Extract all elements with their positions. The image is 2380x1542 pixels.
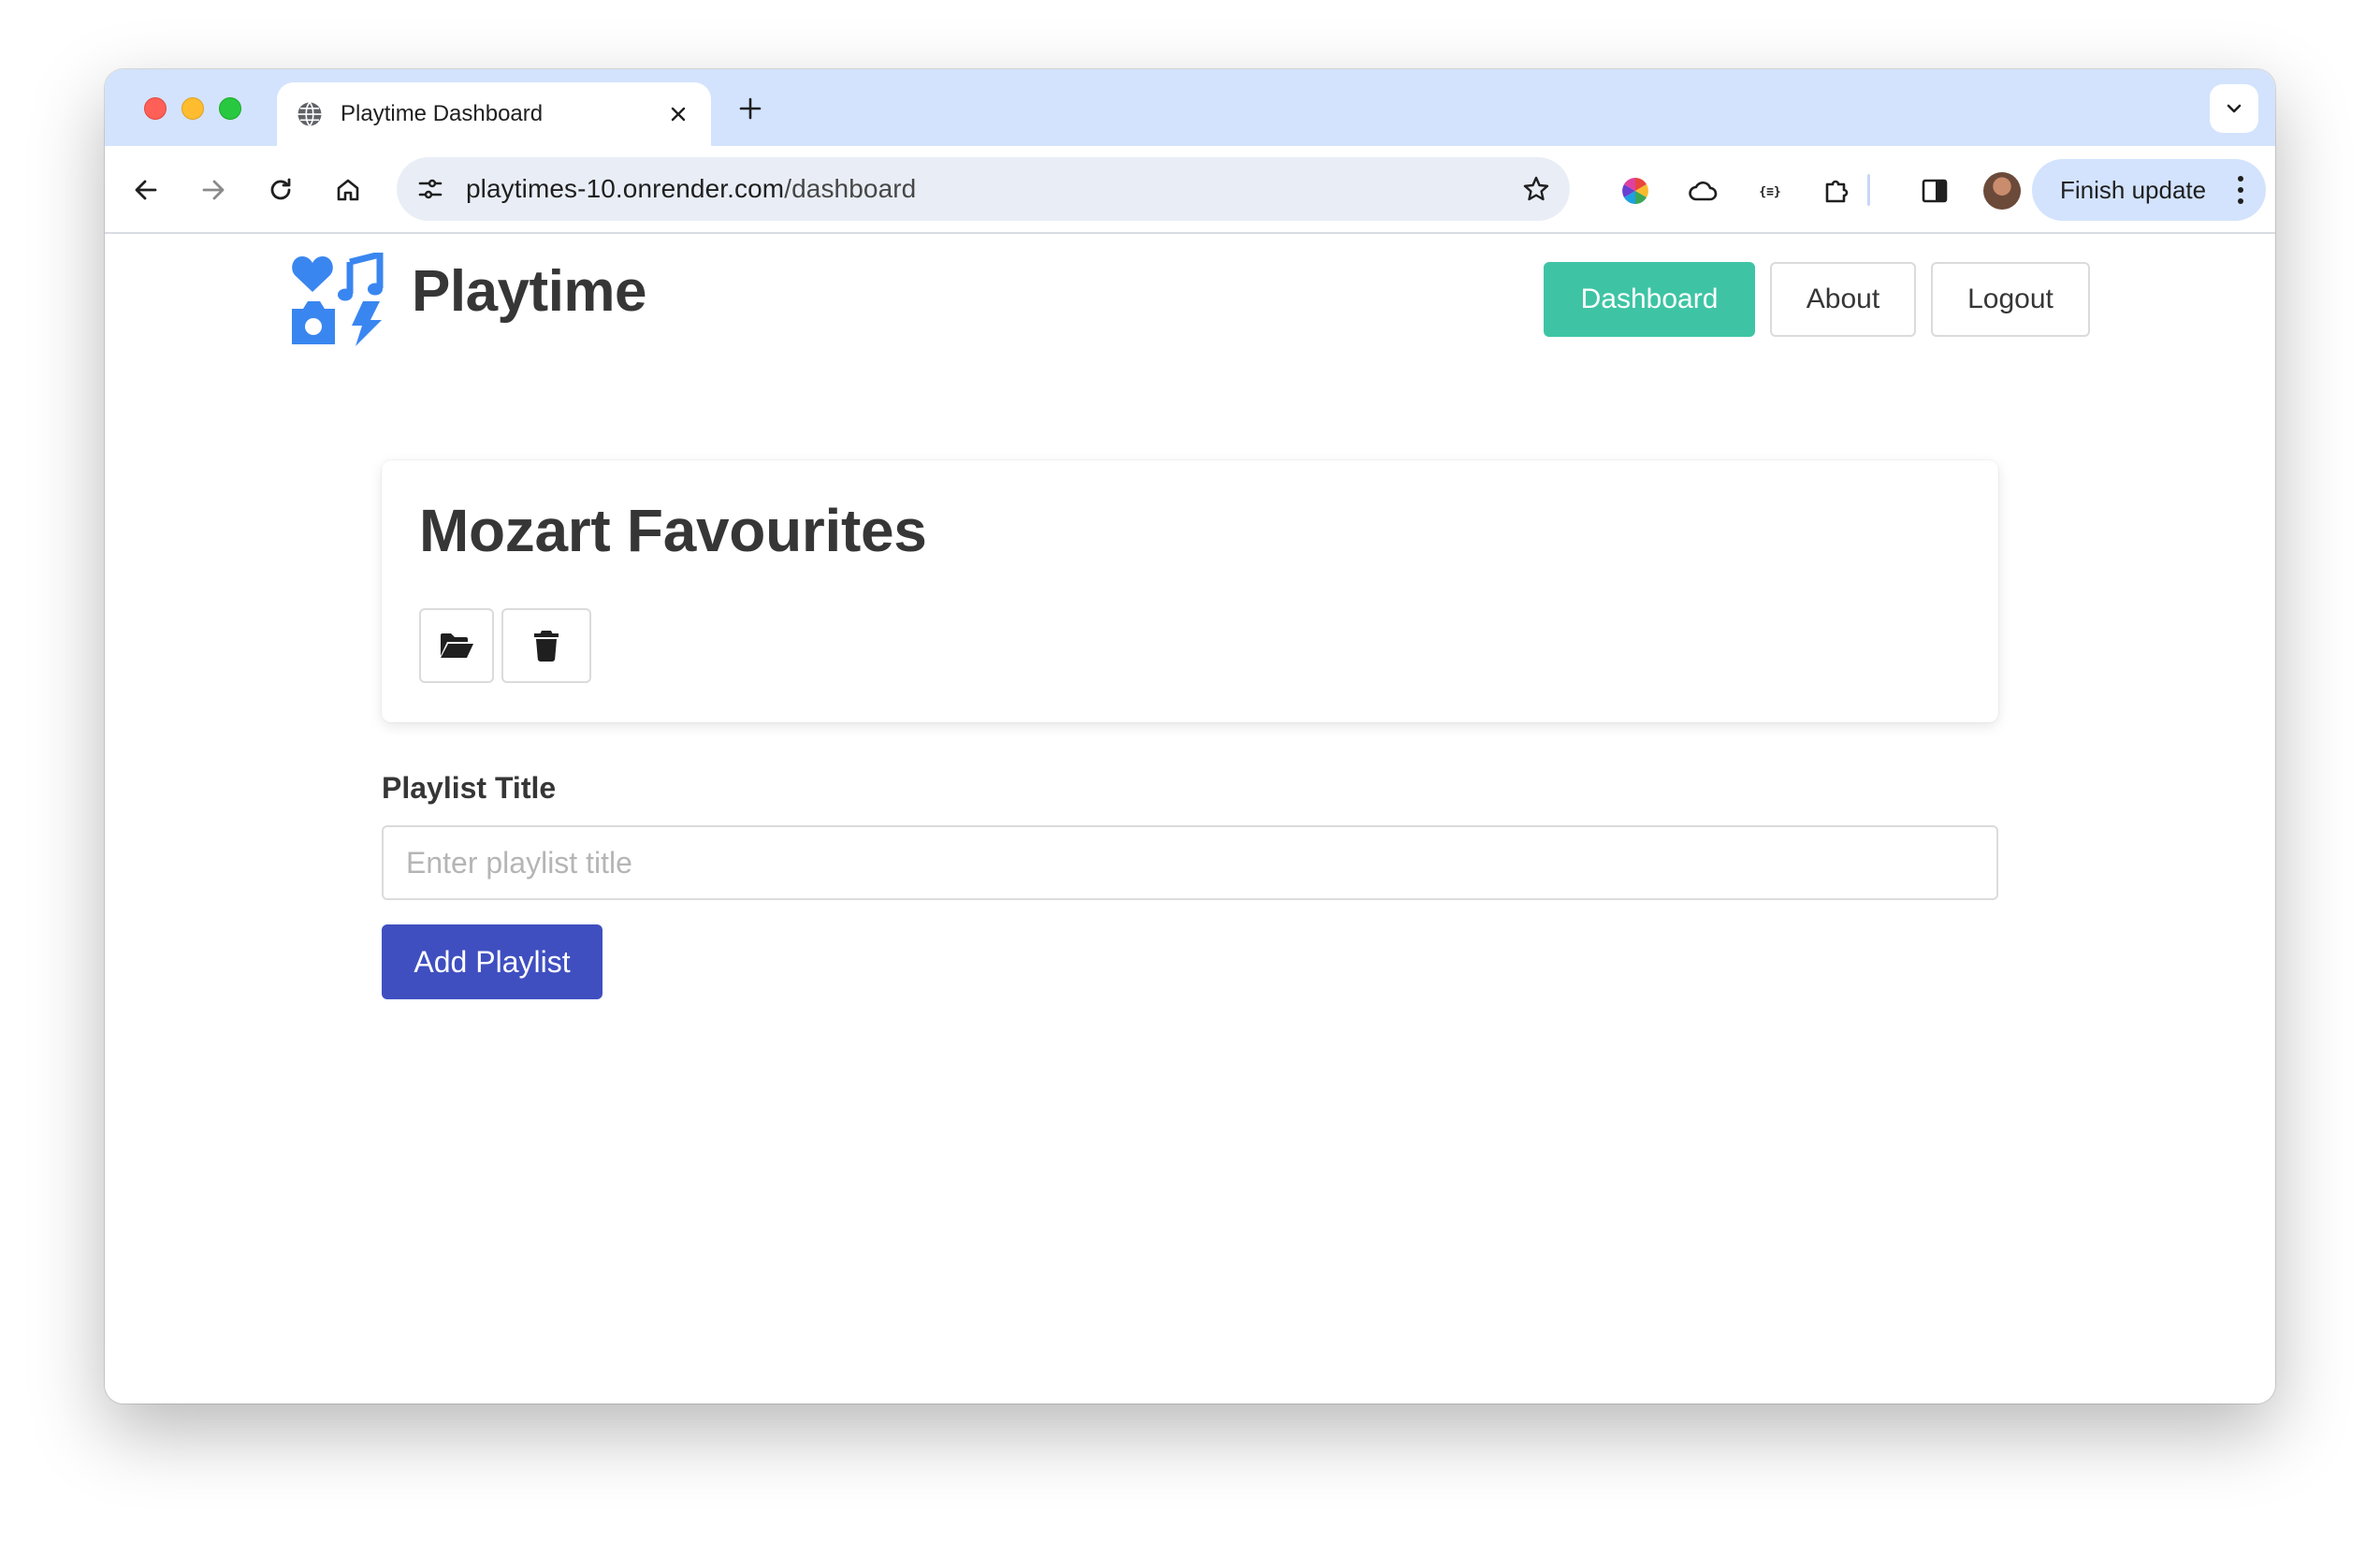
json-braces-icon: {≡} bbox=[1759, 185, 1780, 199]
cloud-icon bbox=[1689, 181, 1718, 201]
tab-search-button[interactable] bbox=[2210, 84, 2258, 133]
url-text[interactable]: playtimes-10.onrender.com/dashboard bbox=[466, 174, 916, 204]
playlist-title-label: Playlist Title bbox=[382, 771, 557, 805]
tab-strip: Playtime Dashboard bbox=[105, 69, 2275, 146]
browser-window: Playtime Dashboard playtimes-10.onrender… bbox=[105, 69, 2275, 1404]
folder-open-icon bbox=[441, 633, 473, 658]
reload-button[interactable] bbox=[260, 169, 301, 211]
more-vert-icon bbox=[2236, 176, 2245, 204]
color-wheel-icon bbox=[1622, 178, 1648, 204]
star-icon bbox=[1523, 176, 1549, 201]
close-tab-button[interactable] bbox=[664, 100, 692, 128]
extensions-button[interactable] bbox=[1819, 172, 1856, 210]
address-bar[interactable]: playtimes-10.onrender.com/dashboard bbox=[397, 157, 1570, 221]
color-extension-button[interactable] bbox=[1617, 172, 1654, 210]
svg-text:{≡}: {≡} bbox=[1759, 185, 1780, 199]
side-panel-button[interactable] bbox=[1916, 172, 1953, 210]
back-button[interactable] bbox=[125, 169, 167, 211]
chevron-down-icon bbox=[2227, 104, 2242, 113]
brand-title: Playtime bbox=[412, 258, 647, 324]
delete-playlist-button[interactable] bbox=[501, 608, 591, 683]
playlist-title: Mozart Favourites bbox=[419, 497, 927, 564]
plus-icon bbox=[739, 97, 762, 120]
close-icon bbox=[671, 107, 686, 122]
close-window-button[interactable] bbox=[144, 97, 167, 120]
url-path: /dashboard bbox=[784, 174, 917, 203]
nav-logout-button[interactable]: Logout bbox=[1931, 262, 2090, 337]
playlist-title-input[interactable] bbox=[382, 825, 1998, 900]
reload-icon bbox=[270, 178, 291, 200]
browser-toolbar: playtimes-10.onrender.com/dashboard {≡} … bbox=[105, 146, 2275, 234]
maximize-window-button[interactable] bbox=[219, 97, 241, 120]
globe-icon bbox=[298, 101, 322, 127]
tab-title: Playtime Dashboard bbox=[341, 101, 544, 126]
site-info-button[interactable] bbox=[414, 172, 447, 206]
brand[interactable]: Playtime bbox=[290, 253, 647, 346]
forward-button[interactable] bbox=[193, 169, 234, 211]
tune-icon bbox=[418, 179, 443, 199]
arrow-right-icon bbox=[202, 180, 225, 200]
arrow-left-icon bbox=[135, 180, 157, 200]
puzzle-icon bbox=[1825, 180, 1849, 203]
home-button[interactable] bbox=[327, 169, 369, 211]
web-page: Playtime Dashboard About Logout Mozart F… bbox=[105, 234, 2275, 1404]
trash-icon bbox=[534, 631, 559, 662]
new-tab-button[interactable] bbox=[733, 92, 767, 125]
browser-tab[interactable]: Playtime Dashboard bbox=[277, 82, 711, 146]
home-icon bbox=[337, 179, 359, 201]
minimize-window-button[interactable] bbox=[181, 97, 204, 120]
cloud-extension-button[interactable] bbox=[1684, 172, 1721, 210]
toolbar-separator bbox=[1867, 174, 1870, 206]
window-controls bbox=[144, 97, 241, 120]
bookmark-button[interactable] bbox=[1519, 172, 1553, 206]
side-panel-icon bbox=[1922, 179, 1948, 203]
url-host: playtimes-10.onrender.com bbox=[466, 174, 785, 203]
profile-avatar[interactable] bbox=[1983, 172, 2021, 210]
nav-about-button[interactable]: About bbox=[1770, 262, 1916, 337]
finish-update-button[interactable]: Finish update bbox=[2032, 159, 2266, 221]
playtime-logo-icon bbox=[292, 253, 384, 346]
open-playlist-button[interactable] bbox=[419, 608, 494, 683]
nav-dashboard-button[interactable]: Dashboard bbox=[1544, 262, 1755, 337]
add-playlist-button[interactable]: Add Playlist bbox=[382, 924, 602, 999]
playlist-card: Mozart Favourites bbox=[382, 460, 1998, 722]
finish-update-label: Finish update bbox=[2060, 175, 2207, 204]
json-extension-button[interactable]: {≡} bbox=[1751, 172, 1789, 210]
